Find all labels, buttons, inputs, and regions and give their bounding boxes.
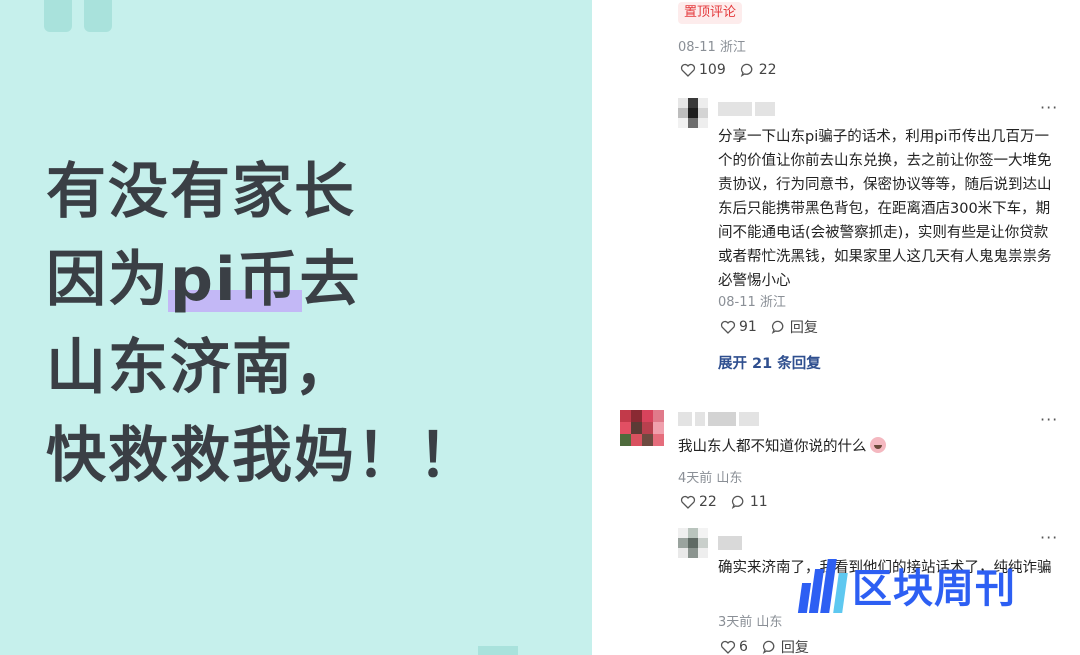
reply-text: 分享一下山东pi骗子的话术，利用pi币传出几百万一个的价值让你前去山东兑换，去之…	[718, 129, 1052, 289]
reply-like-button[interactable]: 6	[720, 639, 748, 655]
reply-actions: 91 回复	[720, 317, 832, 337]
reply-meta: 08-11 浙江	[718, 295, 786, 310]
heart-icon	[720, 320, 736, 334]
comment-bubble-icon	[740, 63, 753, 78]
username[interactable]	[718, 102, 775, 116]
comment-text-body: 我山东人都不知道你说的什么	[678, 439, 867, 455]
comment-like-button[interactable]: 22	[680, 494, 717, 510]
reply-meta: 3天前 山东	[718, 615, 783, 630]
username[interactable]	[678, 412, 759, 426]
reply-like-button[interactable]: 91	[720, 319, 757, 335]
heart-icon	[680, 495, 696, 509]
headline-line-1: 有没有家长	[46, 157, 356, 227]
watermark-logo-icon	[797, 557, 848, 613]
comment-text: 我山东人都不知道你说的什么	[678, 435, 1038, 459]
headline-line-2: 因为pi币去	[46, 236, 480, 324]
username[interactable]	[718, 536, 742, 550]
avatar[interactable]	[678, 98, 708, 128]
reply-like-count: 91	[739, 319, 757, 335]
pinned-like-button[interactable]: 109	[680, 62, 726, 78]
headline-line-2-pre: 因为	[46, 245, 170, 315]
comment-bubble-icon	[731, 495, 744, 510]
more-options-button[interactable]: ···	[1040, 98, 1058, 117]
more-options-button[interactable]: ···	[1040, 528, 1058, 547]
reply-actions: 6 回复	[720, 637, 823, 655]
reply-button[interactable]: 回复	[762, 637, 809, 655]
heart-icon	[680, 63, 696, 77]
headline-line-4: 快救救我妈！！	[46, 421, 480, 491]
headline-line-2-post: 去	[299, 245, 362, 315]
headline-panel: 有没有家长 因为pi币去 山东济南， 快救救我妈！！	[0, 0, 592, 655]
laughing-face-icon	[869, 437, 886, 453]
watermark-text: 区块周刊	[852, 566, 1016, 612]
comment-like-count: 22	[699, 494, 717, 510]
corner-decoration	[478, 646, 518, 655]
pinned-meta: 08-11 浙江	[678, 40, 746, 55]
pinned-badge: 置顶评论	[678, 2, 743, 24]
comment-actions: 22 11	[680, 494, 782, 510]
reply-like-count: 6	[739, 639, 748, 655]
comment-bubble-icon	[771, 320, 784, 335]
watermark: 区块周刊	[797, 556, 1016, 614]
pinned-comment-button[interactable]: 22	[740, 62, 777, 78]
comment-reply-count-button[interactable]: 11	[731, 494, 768, 510]
reply-button[interactable]: 回复	[771, 317, 818, 337]
quote-mark-icon	[44, 0, 116, 34]
heart-icon	[720, 640, 736, 654]
comment-meta: 4天前 山东	[678, 471, 743, 486]
avatar[interactable]	[620, 410, 664, 446]
headline-line-3: 山东济南，	[46, 333, 356, 403]
reply-button-label: 回复	[780, 640, 809, 655]
comment-bubble-icon	[762, 640, 775, 655]
headline: 有没有家长 因为pi币去 山东济南， 快救救我妈！！	[46, 148, 480, 500]
more-options-button[interactable]: ···	[1040, 410, 1058, 429]
pinned-comment-count: 22	[758, 62, 777, 78]
avatar[interactable]	[678, 528, 708, 558]
headline-highlight: pi币	[168, 236, 302, 324]
reply-button-label: 回复	[789, 320, 818, 336]
pinned-actions: 109 22	[680, 62, 791, 78]
comment-reply-count: 11	[749, 494, 768, 510]
pinned-like-count: 109	[699, 62, 726, 78]
expand-replies-link[interactable]: 展开 21 条回复	[718, 352, 821, 373]
